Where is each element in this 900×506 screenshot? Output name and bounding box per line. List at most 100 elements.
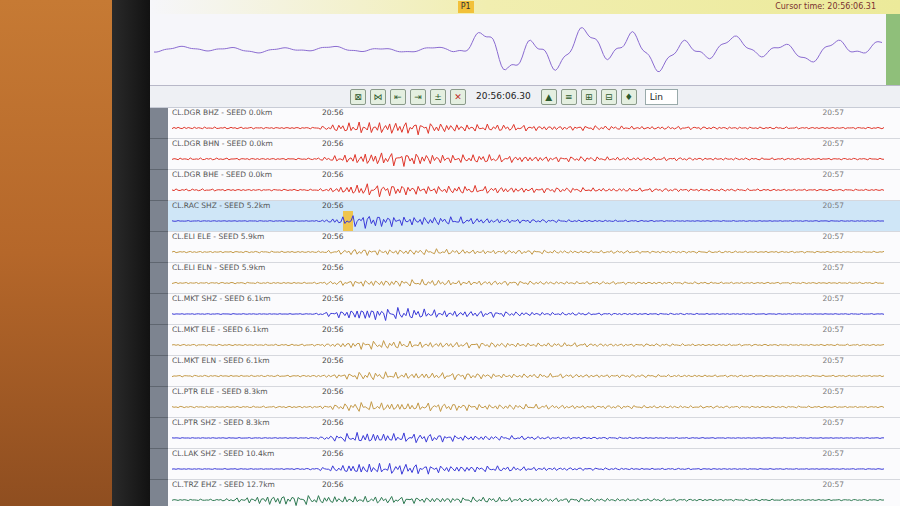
channel-cell bbox=[150, 263, 168, 294]
trace-row[interactable]: CL.LAK SHZ - SEED 10.4km20:5620:57 bbox=[168, 449, 900, 480]
trace-header: CL.DGR BHE - SEED 0.0km20:5620:57 bbox=[172, 170, 884, 180]
trace-header: CL.PTR ELE - SEED 8.3km20:5620:57 bbox=[172, 387, 884, 397]
channel-cell bbox=[150, 356, 168, 387]
trace-start-time: 20:56 bbox=[322, 325, 344, 335]
channel-cell bbox=[150, 201, 168, 232]
trace-label: CL.DGR BHN - SEED 0.0km bbox=[172, 139, 322, 149]
seismic-trace bbox=[172, 304, 884, 324]
scale-dropdown[interactable]: Lin bbox=[645, 89, 678, 105]
seismic-trace bbox=[172, 335, 884, 355]
toolbar-button[interactable]: ✕ bbox=[450, 89, 466, 105]
trace-start-time: 20:56 bbox=[322, 139, 344, 149]
overview-panel: P1 Cursor time: 20:56:06.31 bbox=[150, 0, 900, 86]
trace-end-time: 20:57 bbox=[822, 356, 844, 366]
toolbar-button[interactable]: ♦ bbox=[621, 89, 637, 105]
trace-row[interactable]: CL.MKT SHZ - SEED 6.1km20:5620:57 bbox=[168, 294, 900, 325]
trace-header: CL.ELI ELN - SEED 5.9km20:5620:57 bbox=[172, 263, 884, 273]
trace-label: CL.MKT ELN - SEED 6.1km bbox=[172, 356, 322, 366]
channel-column bbox=[150, 108, 168, 506]
trace-list: CL.DGR BHZ - SEED 0.0km20:5620:57CL.DGR … bbox=[168, 108, 900, 506]
seismic-trace bbox=[172, 428, 884, 448]
overview-trace-box bbox=[150, 14, 886, 85]
seismic-trace bbox=[172, 149, 884, 169]
toolbar-button[interactable]: ± bbox=[430, 89, 446, 105]
trace-header: CL.MKT ELN - SEED 6.1km20:56 20:57 bbox=[172, 356, 884, 366]
wall bbox=[0, 0, 112, 506]
overview-trace bbox=[154, 18, 882, 81]
toolbar-button[interactable]: ⊟ bbox=[601, 89, 617, 105]
toolbar-button[interactable]: ≡ bbox=[561, 89, 577, 105]
toolbar: ⊠⋈⇤⇥±✕20:56:06.30▲≡⊞⊟♦Lin bbox=[150, 86, 900, 108]
trace-start-time: 20:56 bbox=[322, 418, 344, 428]
toolbar-button[interactable]: ⊞ bbox=[581, 89, 597, 105]
trace-end-time: 20:57 bbox=[822, 108, 844, 118]
toolbar-button[interactable]: ⊠ bbox=[350, 89, 366, 105]
channel-cell bbox=[150, 108, 168, 139]
toolbar-button[interactable]: ⋈ bbox=[370, 89, 386, 105]
trace-header: CL.LAK SHZ - SEED 10.4km20:5620:57 bbox=[172, 449, 884, 459]
trace-start-time: 20:56 bbox=[322, 263, 344, 273]
trace-header: CL.ELI ELE - SEED 5.9km20:5620:57 bbox=[172, 232, 884, 242]
trace-row[interactable]: CL.DGR BHZ - SEED 0.0km20:5620:57 bbox=[168, 108, 900, 139]
trace-box bbox=[172, 397, 884, 417]
channel-cell bbox=[150, 294, 168, 325]
trace-header: CL.MKT ELE - SEED 6.1km20:5620:57 bbox=[172, 325, 884, 335]
trace-box bbox=[172, 335, 884, 355]
trace-label: CL.PTR ELE - SEED 8.3km bbox=[172, 387, 322, 397]
trace-row[interactable]: CL.PTR SHZ - SEED 8.3km20:56 20:57 bbox=[168, 418, 900, 449]
overview-body bbox=[150, 14, 900, 85]
cursor-time: Cursor time: 20:56:06.31 bbox=[775, 1, 876, 13]
trace-box bbox=[172, 428, 884, 448]
toolbar-button[interactable]: ⇤ bbox=[390, 89, 406, 105]
trace-header: CL.TRZ EHZ - SEED 12.7km20:5620:57 bbox=[172, 480, 884, 490]
trace-start-time: 20:56 bbox=[322, 449, 344, 459]
scroll-bar[interactable] bbox=[886, 14, 900, 85]
trace-row[interactable]: CL.MKT ELN - SEED 6.1km20:56 20:57 bbox=[168, 356, 900, 387]
trace-start-time: 20:56 bbox=[322, 356, 344, 366]
trace-end-time: 20:57 bbox=[822, 387, 844, 397]
monitor-bezel bbox=[112, 0, 150, 506]
trace-row[interactable]: CL.ELI ELN - SEED 5.9km20:5620:57 bbox=[168, 263, 900, 294]
trace-box bbox=[172, 459, 884, 479]
photo-scene: P1Cursor time: 20:56:06.31⊠⋈⇤⇥±✕20:56:06… bbox=[0, 0, 900, 506]
trace-label: CL.MKT SHZ - SEED 6.1km bbox=[172, 294, 322, 304]
seismic-trace bbox=[172, 242, 884, 262]
trace-box bbox=[172, 366, 884, 386]
channel-cell bbox=[150, 325, 168, 356]
toolbar-button[interactable]: ▲ bbox=[541, 89, 557, 105]
trace-header: CL.MKT SHZ - SEED 6.1km20:5620:57 bbox=[172, 294, 884, 304]
trace-label: CL.PTR SHZ - SEED 8.3km bbox=[172, 418, 322, 428]
channel-cell bbox=[150, 449, 168, 480]
trace-row[interactable]: CL.DGR BHE - SEED 0.0km20:5620:57 bbox=[168, 170, 900, 201]
channel-cell bbox=[150, 480, 168, 506]
trace-end-time: 20:57 bbox=[822, 263, 844, 273]
pick-group: P1 bbox=[458, 1, 474, 13]
trace-row[interactable]: CL.MKT ELE - SEED 6.1km20:5620:57 bbox=[168, 325, 900, 356]
trace-row[interactable]: CL.ELI ELE - SEED 5.9km20:5620:57 bbox=[168, 232, 900, 263]
trace-row[interactable]: CL.DGR BHN - SEED 0.0km20:56 20:57 bbox=[168, 139, 900, 170]
trace-end-time: 20:57 bbox=[822, 201, 844, 211]
seismic-trace bbox=[172, 366, 884, 386]
trace-header: CL.PTR SHZ - SEED 8.3km20:56 20:57 bbox=[172, 418, 884, 428]
pick-tag[interactable]: P1 bbox=[458, 1, 474, 13]
overview-header: P1 Cursor time: 20:56:06.31 bbox=[150, 0, 900, 14]
trace-end-time: 20:57 bbox=[822, 139, 844, 149]
trace-row[interactable]: CL.PTR ELE - SEED 8.3km20:5620:57 bbox=[168, 387, 900, 418]
trace-box bbox=[172, 242, 884, 262]
trace-end-time: 20:57 bbox=[822, 294, 844, 304]
seismic-trace bbox=[172, 211, 884, 231]
trace-end-time: 20:57 bbox=[822, 232, 844, 242]
seismic-trace bbox=[172, 118, 884, 138]
trace-box bbox=[172, 180, 884, 200]
trace-label: CL.ELI ELE - SEED 5.9km bbox=[172, 232, 322, 242]
trace-box bbox=[172, 211, 884, 231]
trace-start-time: 20:56 bbox=[322, 170, 344, 180]
seismic-trace bbox=[172, 459, 884, 479]
channel-cell bbox=[150, 170, 168, 201]
trace-area: CL.DGR BHZ - SEED 0.0km20:5620:57CL.DGR … bbox=[150, 108, 900, 506]
trace-end-time: 20:57 bbox=[822, 170, 844, 180]
trace-end-time: 20:57 bbox=[822, 418, 844, 428]
trace-row[interactable]: CL.RAC SHZ - SEED 5.2km20:5620:57 bbox=[168, 201, 900, 232]
toolbar-button[interactable]: ⇥ bbox=[410, 89, 426, 105]
trace-row[interactable]: CL.TRZ EHZ - SEED 12.7km20:5620:57 bbox=[168, 480, 900, 506]
